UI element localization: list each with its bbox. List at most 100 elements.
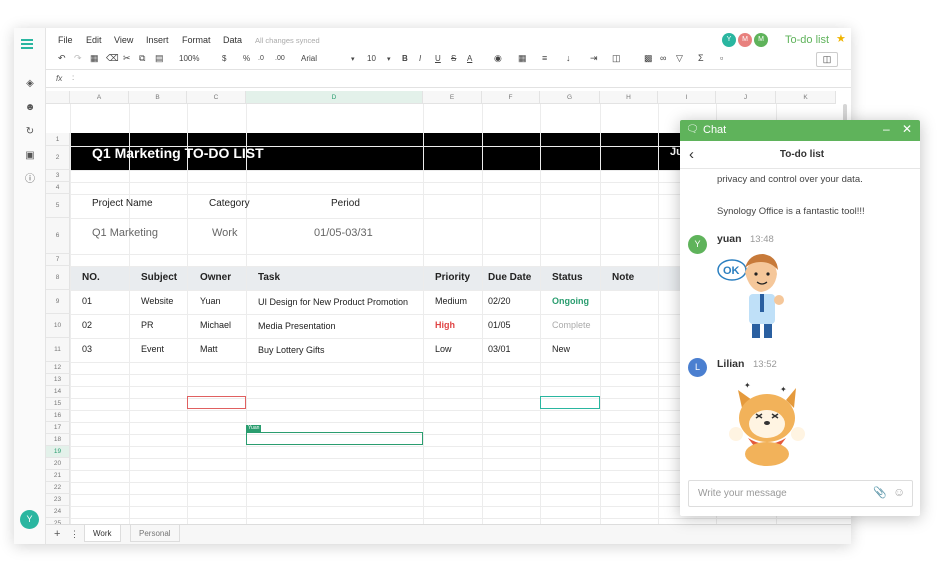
category-value[interactable]: Work bbox=[212, 227, 237, 239]
chevron-down-icon[interactable]: ▾ bbox=[351, 55, 355, 63]
project-name-label[interactable]: Project Name bbox=[92, 198, 153, 209]
period-value[interactable]: 01/05-03/31 bbox=[314, 227, 373, 239]
task-subject[interactable]: Website bbox=[141, 296, 173, 306]
header-owner[interactable]: Owner bbox=[200, 272, 231, 283]
collaborator-avatar[interactable]: M bbox=[754, 33, 768, 47]
currency-button[interactable]: $ bbox=[222, 54, 226, 63]
period-label[interactable]: Period bbox=[331, 198, 360, 209]
row-header-9[interactable]: 9 bbox=[46, 290, 70, 314]
font-size-select[interactable]: 10 bbox=[367, 54, 376, 63]
task-priority[interactable]: Medium bbox=[435, 296, 467, 306]
borders-icon[interactable]: ▦ bbox=[518, 53, 527, 64]
align-icon[interactable]: ≡ bbox=[542, 53, 547, 63]
undo-icon[interactable]: ↶ bbox=[58, 53, 66, 64]
task-due-date[interactable]: 03/01 bbox=[488, 344, 511, 354]
font-color-button[interactable]: A bbox=[467, 54, 472, 63]
link-icon[interactable]: ∞ bbox=[660, 53, 666, 63]
clear-format-icon[interactable]: ⌫ bbox=[106, 53, 119, 64]
history-icon[interactable]: ↻ bbox=[22, 124, 38, 140]
menu-file[interactable]: File bbox=[58, 35, 73, 45]
percent-button[interactable]: % bbox=[243, 54, 250, 63]
task-description[interactable]: Buy Lottery Gifts bbox=[258, 345, 325, 355]
row-header-5[interactable]: 5 bbox=[46, 194, 70, 218]
task-priority[interactable]: Low bbox=[435, 344, 452, 354]
header-subject[interactable]: Subject bbox=[141, 272, 177, 283]
row-header-10[interactable]: 10 bbox=[46, 314, 70, 338]
task-subject[interactable]: PR bbox=[141, 320, 154, 330]
row-header-21[interactable]: 21 bbox=[46, 470, 70, 482]
task-due-date[interactable]: 02/20 bbox=[488, 296, 511, 306]
minimize-icon[interactable]: – bbox=[883, 122, 890, 136]
sender-avatar[interactable]: Y bbox=[688, 235, 707, 254]
column-header-f[interactable]: F bbox=[482, 91, 540, 104]
valign-icon[interactable]: ↓ bbox=[566, 53, 571, 63]
task-subject[interactable]: Event bbox=[141, 344, 164, 354]
column-header-g[interactable]: G bbox=[540, 91, 600, 104]
underline-button[interactable]: U bbox=[435, 54, 441, 63]
user-avatar[interactable]: Y bbox=[20, 510, 39, 529]
emoji-icon[interactable]: ☺ bbox=[893, 485, 905, 499]
column-header-j[interactable]: J bbox=[716, 91, 776, 104]
header-task[interactable]: Task bbox=[258, 272, 280, 283]
task-no[interactable]: 02 bbox=[82, 320, 92, 330]
row-header-6[interactable]: 6 bbox=[46, 218, 70, 254]
redo-icon[interactable]: ↷ bbox=[74, 53, 82, 64]
paste-icon[interactable]: ▤ bbox=[155, 53, 164, 64]
share-user-icon[interactable]: ☻ bbox=[22, 100, 38, 116]
tab-personal[interactable]: Personal bbox=[130, 525, 180, 542]
task-status[interactable]: Ongoing bbox=[552, 296, 589, 306]
merge-icon[interactable]: ◫ bbox=[612, 53, 621, 64]
sidebar-toggle-icon[interactable]: ◫ bbox=[816, 52, 838, 67]
collaborator-avatar[interactable]: Y bbox=[722, 33, 736, 47]
task-description[interactable]: Media Presentation bbox=[258, 321, 336, 331]
row-header-23[interactable]: 23 bbox=[46, 494, 70, 506]
row-header-2[interactable]: 2 bbox=[46, 146, 70, 170]
message-input[interactable]: Write your message 📎 ☺ bbox=[688, 480, 913, 507]
font-family-select[interactable]: Arial bbox=[301, 54, 317, 63]
project-name-value[interactable]: Q1 Marketing bbox=[92, 227, 158, 239]
header-no[interactable]: NO. bbox=[82, 272, 100, 283]
functions-icon[interactable]: Σ bbox=[698, 53, 704, 63]
column-header-i[interactable]: I bbox=[658, 91, 716, 104]
sheet-list-icon[interactable]: ⋮ bbox=[70, 529, 79, 540]
info-icon[interactable]: ⓘ bbox=[22, 172, 38, 188]
wrap-icon[interactable]: ⇥ bbox=[590, 53, 598, 64]
menu-insert[interactable]: Insert bbox=[146, 35, 169, 45]
menu-data[interactable]: Data bbox=[223, 35, 242, 45]
star-icon[interactable]: ★ bbox=[836, 32, 846, 45]
row-header-19[interactable]: 19 bbox=[46, 446, 70, 458]
row-header-22[interactable]: 22 bbox=[46, 482, 70, 494]
row-header-24[interactable]: 24 bbox=[46, 506, 70, 518]
attachment-icon[interactable]: 📎 bbox=[873, 486, 887, 499]
fill-color-icon[interactable]: ◉ bbox=[494, 53, 502, 64]
category-label[interactable]: Category bbox=[209, 198, 250, 209]
chevron-down-icon[interactable]: ▾ bbox=[387, 55, 391, 63]
add-sheet-icon[interactable]: + bbox=[54, 528, 60, 540]
header-priority[interactable]: Priority bbox=[435, 272, 470, 283]
row-header-12[interactable]: 12 bbox=[46, 362, 70, 374]
row-header-4[interactable]: 4 bbox=[46, 182, 70, 194]
row-header-13[interactable]: 13 bbox=[46, 374, 70, 386]
row-header-20[interactable]: 20 bbox=[46, 458, 70, 470]
row-header-8[interactable]: 8 bbox=[46, 266, 70, 290]
row-header-3[interactable]: 3 bbox=[46, 170, 70, 182]
header-status[interactable]: Status bbox=[552, 272, 583, 283]
zoom-select[interactable]: 100% bbox=[179, 54, 199, 63]
tab-work[interactable]: Work bbox=[84, 525, 121, 542]
sheet-title[interactable]: Q1 Marketing TO-DO LIST bbox=[92, 145, 264, 161]
sender-avatar[interactable]: L bbox=[688, 358, 707, 377]
task-owner[interactable]: Yuan bbox=[200, 296, 221, 306]
document-title[interactable]: To-do list bbox=[785, 34, 829, 46]
strikethrough-button[interactable]: S bbox=[451, 54, 456, 63]
collaborator-avatar[interactable]: M bbox=[738, 33, 752, 47]
column-header-e[interactable]: E bbox=[423, 91, 482, 104]
menu-icon[interactable] bbox=[21, 36, 39, 49]
task-owner[interactable]: Matt bbox=[200, 344, 218, 354]
row-header-7[interactable]: 7 bbox=[46, 254, 70, 266]
grid-corner[interactable] bbox=[46, 91, 70, 104]
bold-button[interactable]: B bbox=[402, 54, 408, 63]
italic-button[interactable]: I bbox=[419, 54, 421, 63]
column-header-a[interactable]: A bbox=[70, 91, 129, 104]
increase-decimal-button[interactable]: .00 bbox=[275, 55, 285, 62]
row-header-15[interactable]: 15 bbox=[46, 398, 70, 410]
